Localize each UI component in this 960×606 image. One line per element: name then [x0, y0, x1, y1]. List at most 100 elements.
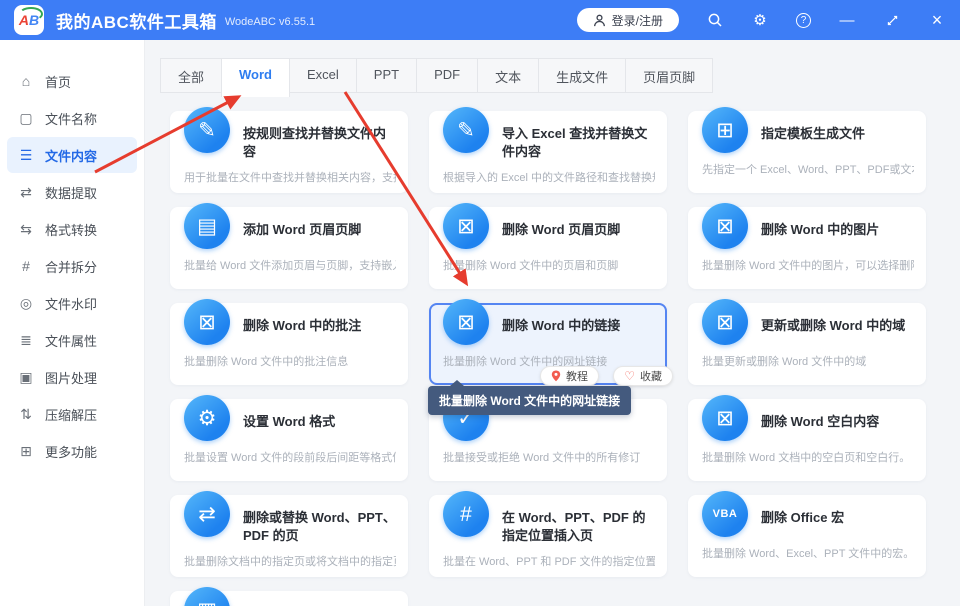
card-del-word-images[interactable]: ⊠ 删除 Word 中的图片 批量删除 Word 文件中的图片，可以选择删除页眉: [688, 207, 926, 289]
sidebar-item-compress[interactable]: ⇅ 压缩解压: [7, 396, 137, 432]
card-title: 删除 Office 和 PDF 中的二维码: [243, 601, 396, 606]
card-del-blank-content[interactable]: ⊠ 删除 Word 空白内容 批量删除 Word 文档中的空白页和空白行。: [688, 399, 926, 481]
file-name-icon: ▢: [18, 110, 34, 127]
card-del-word-links[interactable]: ⊠ 删除 Word 中的链接 批量删除 Word 文件中的网址链接 教程 ♡ 收…: [429, 303, 667, 385]
app-window: AB 我的ABC软件工具箱 WodeABC v6.55.1 登录/注册 ⚙ ? …: [0, 0, 960, 606]
word-format-icon: ⚙: [184, 395, 230, 441]
file-props-icon: ≣: [18, 332, 34, 349]
settings-gear-icon[interactable]: ⚙: [751, 11, 769, 29]
card-subtitle: 批量接受或拒绝 Word 文件中的所有修订: [443, 449, 655, 465]
sidebar-item-label: 合并拆分: [45, 257, 97, 276]
sidebar-item-format-convert[interactable]: ⇆ 格式转换: [7, 211, 137, 247]
card-title: 更新或删除 Word 中的域: [761, 313, 905, 335]
minimize-icon[interactable]: —: [838, 11, 856, 29]
word-image-delete-icon: ⊠: [702, 203, 748, 249]
card-title: 删除或替换 Word、PPT、PDF 的页: [243, 505, 396, 545]
card-subtitle: 根据导入的 Excel 中的文件路径和查找替换规则来: [443, 169, 655, 185]
app-title: 我的ABC软件工具箱: [56, 8, 217, 33]
sidebar-item-file-props[interactable]: ≣ 文件属性: [7, 322, 137, 358]
card-title: 设置 Word 格式: [243, 409, 335, 431]
data-extract-icon: ⇄: [18, 184, 34, 201]
excel-doc-edit-icon: ✎: [443, 107, 489, 153]
card-subtitle: 批量删除 Word 文件中的图片，可以选择删除页眉: [702, 257, 914, 273]
card-find-replace-content[interactable]: ✎ 按规则查找并替换文件内容 用于批量在文件中查找并替换相关内容，支持 Wor: [170, 111, 408, 193]
maximize-icon[interactable]: [883, 11, 901, 29]
card-title: 添加 Word 页眉页脚: [243, 217, 361, 239]
merge-split-icon: #: [18, 258, 34, 274]
doc-edit-icon: ✎: [184, 107, 230, 153]
sidebar-item-label: 格式转换: [45, 220, 97, 239]
doc-header-footer-icon: ▤: [184, 203, 230, 249]
card-update-del-fields[interactable]: ⊠ 更新或删除 Word 中的域 批量更新或删除 Word 文件中的域: [688, 303, 926, 385]
word-link-delete-icon: ⊠: [443, 299, 489, 345]
sidebar-item-label: 压缩解压: [45, 405, 97, 424]
card-subtitle: 批量更新或删除 Word 文件中的域: [702, 353, 914, 369]
search-icon[interactable]: [706, 11, 724, 29]
favorite-button[interactable]: ♡ 收藏: [613, 366, 673, 386]
card-del-replace-pages[interactable]: ⇄ 删除或替换 Word、PPT、PDF 的页 批量删除文档中的指定页或将文档中…: [170, 495, 408, 577]
tooltip: 批量删除 Word 文件中的网址链接: [428, 386, 631, 415]
card-subtitle: 批量删除 Word 文档中的空白页和空白行。: [702, 449, 914, 465]
card-set-word-format[interactable]: ⚙ 设置 Word 格式 批量设置 Word 文件的段前段后间距等格式信息: [170, 399, 408, 481]
template-docs-icon: ⊞: [702, 107, 748, 153]
word-comment-delete-icon: ⊠: [184, 299, 230, 345]
logo-letter-b: B: [29, 12, 39, 28]
tab-excel[interactable]: Excel: [289, 58, 357, 93]
card-title: 删除 Word 中的图片: [761, 217, 879, 239]
tutorial-button[interactable]: 教程: [540, 366, 599, 386]
card-title: 删除 Word 中的链接: [502, 313, 620, 335]
card-del-word-comments[interactable]: ⊠ 删除 Word 中的批注 批量删除 Word 文件中的批注信息: [170, 303, 408, 385]
sidebar-item-label: 数据提取: [45, 183, 97, 202]
tab-header-footer[interactable]: 页眉页脚: [625, 58, 713, 93]
card-subtitle: 先指定一个 Excel、Word、PPT、PDF或文本文件作: [702, 161, 914, 177]
sidebar-item-image-process[interactable]: ▣ 图片处理: [7, 359, 137, 395]
person-icon: [593, 14, 606, 27]
tab-generate-file[interactable]: 生成文件: [538, 58, 626, 93]
word-blank-delete-icon: ⊠: [702, 395, 748, 441]
tab-text[interactable]: 文本: [477, 58, 539, 93]
sidebar-item-file-content[interactable]: ☰ 文件内容: [7, 137, 137, 173]
login-register-button[interactable]: 登录/注册: [577, 8, 679, 32]
card-subtitle: 批量删除 Word、Excel、PPT 文件中的宏。: [702, 545, 914, 561]
tutorial-label: 教程: [566, 368, 588, 384]
sidebar-item-label: 文件名称: [45, 109, 97, 128]
card-subtitle: 批量删除 Word 文件中的页眉和页脚: [443, 257, 655, 273]
help-icon[interactable]: ?: [796, 13, 811, 28]
tab-word[interactable]: Word: [221, 58, 290, 97]
word-field-delete-icon: ⊠: [702, 299, 748, 345]
image-process-icon: ▣: [18, 369, 34, 386]
app-body: ⌂ 首页 ▢ 文件名称 ☰ 文件内容 ⇄ 数据提取 ⇆ 格式转换 # 合并拆分 …: [0, 40, 960, 606]
card-subtitle: 批量在 Word、PPT 和 PDF 文件的指定位置插入页.: [443, 553, 655, 569]
card-add-header-footer[interactable]: ▤ 添加 Word 页眉页脚 批量给 Word 文件添加页眉与页脚，支持嵌入页码: [170, 207, 408, 289]
card-del-qrcode[interactable]: ▦ 删除 Office 和 PDF 中的二维码: [170, 591, 408, 606]
card-title: 指定模板生成文件: [761, 121, 865, 143]
tab-pdf[interactable]: PDF: [416, 58, 478, 93]
sidebar: ⌂ 首页 ▢ 文件名称 ☰ 文件内容 ⇄ 数据提取 ⇆ 格式转换 # 合并拆分 …: [0, 40, 145, 606]
sidebar-item-label: 首页: [45, 72, 71, 91]
tab-ppt[interactable]: PPT: [356, 58, 417, 93]
sidebar-item-home[interactable]: ⌂ 首页: [7, 63, 137, 99]
sidebar-item-watermark[interactable]: ◎ 文件水印: [7, 285, 137, 321]
sidebar-item-file-name[interactable]: ▢ 文件名称: [7, 100, 137, 136]
doc-delete-icon: ⊠: [443, 203, 489, 249]
card-del-office-macros[interactable]: VBA 删除 Office 宏 批量删除 Word、Excel、PPT 文件中的…: [688, 495, 926, 577]
tab-all[interactable]: 全部: [160, 58, 222, 93]
sidebar-item-label: 文件内容: [45, 146, 97, 165]
card-title: 按规则查找并替换文件内容: [243, 121, 396, 161]
login-label: 登录/注册: [612, 12, 663, 29]
card-del-header-footer[interactable]: ⊠ 删除 Word 页眉页脚 批量删除 Word 文件中的页眉和页脚: [429, 207, 667, 289]
card-subtitle: 用于批量在文件中查找并替换相关内容，支持 Wor: [184, 169, 396, 185]
qrcode-delete-icon: ▦: [184, 587, 230, 606]
card-subtitle: 批量删除文档中的指定页或将文档中的指定页替换: [184, 553, 396, 569]
card-subtitle: 批量设置 Word 文件的段前段后间距等格式信息: [184, 449, 396, 465]
close-icon[interactable]: ×: [928, 11, 946, 29]
card-title: 删除 Word 页眉页脚: [502, 217, 620, 239]
card-insert-pages[interactable]: # 在 Word、PPT、PDF 的指定位置插入页 批量在 Word、PPT 和…: [429, 495, 667, 577]
card-subtitle: 批量给 Word 文件添加页眉与页脚，支持嵌入页码: [184, 257, 396, 273]
card-template-generate[interactable]: ⊞ 指定模板生成文件 先指定一个 Excel、Word、PPT、PDF或文本文件…: [688, 111, 926, 193]
sidebar-item-more[interactable]: ⊞ 更多功能: [7, 433, 137, 469]
sidebar-item-data-extract[interactable]: ⇄ 数据提取: [7, 174, 137, 210]
card-excel-find-replace[interactable]: ✎ 导入 Excel 查找并替换文件内容 根据导入的 Excel 中的文件路径和…: [429, 111, 667, 193]
sidebar-item-merge-split[interactable]: # 合并拆分: [7, 248, 137, 284]
pages-replace-icon: ⇄: [184, 491, 230, 537]
